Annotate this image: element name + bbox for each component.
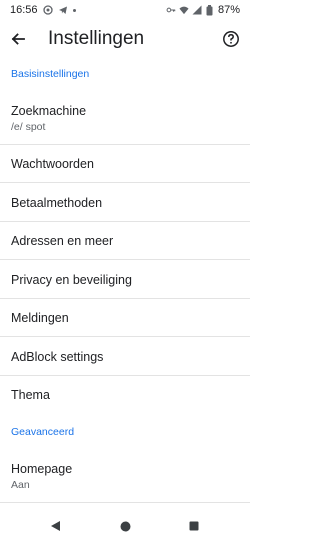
back-button[interactable] [7, 28, 29, 50]
app-notification-icon [42, 5, 53, 15]
settings-item-label: Homepage [11, 462, 73, 476]
square-recents-icon [189, 521, 199, 531]
settings-item-label: Adressen en meer [11, 234, 114, 248]
settings-item-notifications[interactable]: Meldingen [0, 299, 250, 337]
more-notifications-dot-icon [72, 8, 76, 12]
help-circle-icon [223, 31, 239, 47]
arrow-back-icon [11, 33, 25, 45]
settings-item-privacy-security[interactable]: Privacy en beveiliging [0, 260, 250, 299]
settings-item-search-engine[interactable]: Zoekmachine /e/ spot [0, 90, 250, 145]
settings-item-sublabel: /e/ spot [11, 121, 46, 133]
status-time: 16:56 [10, 4, 38, 16]
key-vpn-icon [166, 5, 176, 15]
telegram-icon [58, 5, 68, 15]
settings-item-sublabel: Aan [11, 479, 30, 491]
page-title: Instellingen [48, 28, 145, 49]
wifi-icon [179, 5, 189, 15]
settings-item-passwords[interactable]: Wachtwoorden [0, 145, 250, 183]
settings-item-label: Zoekmachine [11, 104, 87, 118]
settings-item-label: Thema [11, 388, 50, 402]
settings-item-label: Privacy en beveiliging [11, 273, 132, 287]
nav-recents-button[interactable] [186, 518, 202, 534]
section-header-basic: Basisinstellingen [11, 68, 90, 80]
settings-item-addresses[interactable]: Adressen en meer [0, 222, 250, 260]
settings-item-label: Meldingen [11, 311, 69, 325]
battery-level: 87% [217, 4, 240, 16]
settings-item-label: Betaalmethoden [11, 196, 103, 210]
settings-item-theme[interactable]: Thema [0, 376, 250, 414]
system-nav-bar [0, 510, 250, 542]
settings-item-label: AdBlock settings [11, 350, 104, 364]
settings-screen: 16:56 87% Instellingen Basisinstellingen… [0, 0, 250, 542]
nav-back-button[interactable] [47, 518, 63, 534]
settings-item-label: Wachtwoorden [11, 157, 94, 171]
circle-home-icon [120, 521, 130, 531]
battery-icon [205, 4, 215, 15]
settings-item-payment-methods[interactable]: Betaalmethoden [0, 183, 250, 222]
status-bar: 16:56 87% [0, 0, 250, 20]
section-header-advanced: Geavanceerd [11, 426, 75, 438]
app-bar: Instellingen [0, 20, 250, 58]
help-button[interactable] [220, 28, 242, 50]
nav-home-button[interactable] [117, 518, 133, 534]
triangle-back-icon [50, 521, 60, 531]
cell-signal-icon [192, 5, 202, 15]
settings-item-homepage[interactable]: Homepage Aan [0, 448, 250, 503]
settings-item-adblock[interactable]: AdBlock settings [0, 337, 250, 376]
